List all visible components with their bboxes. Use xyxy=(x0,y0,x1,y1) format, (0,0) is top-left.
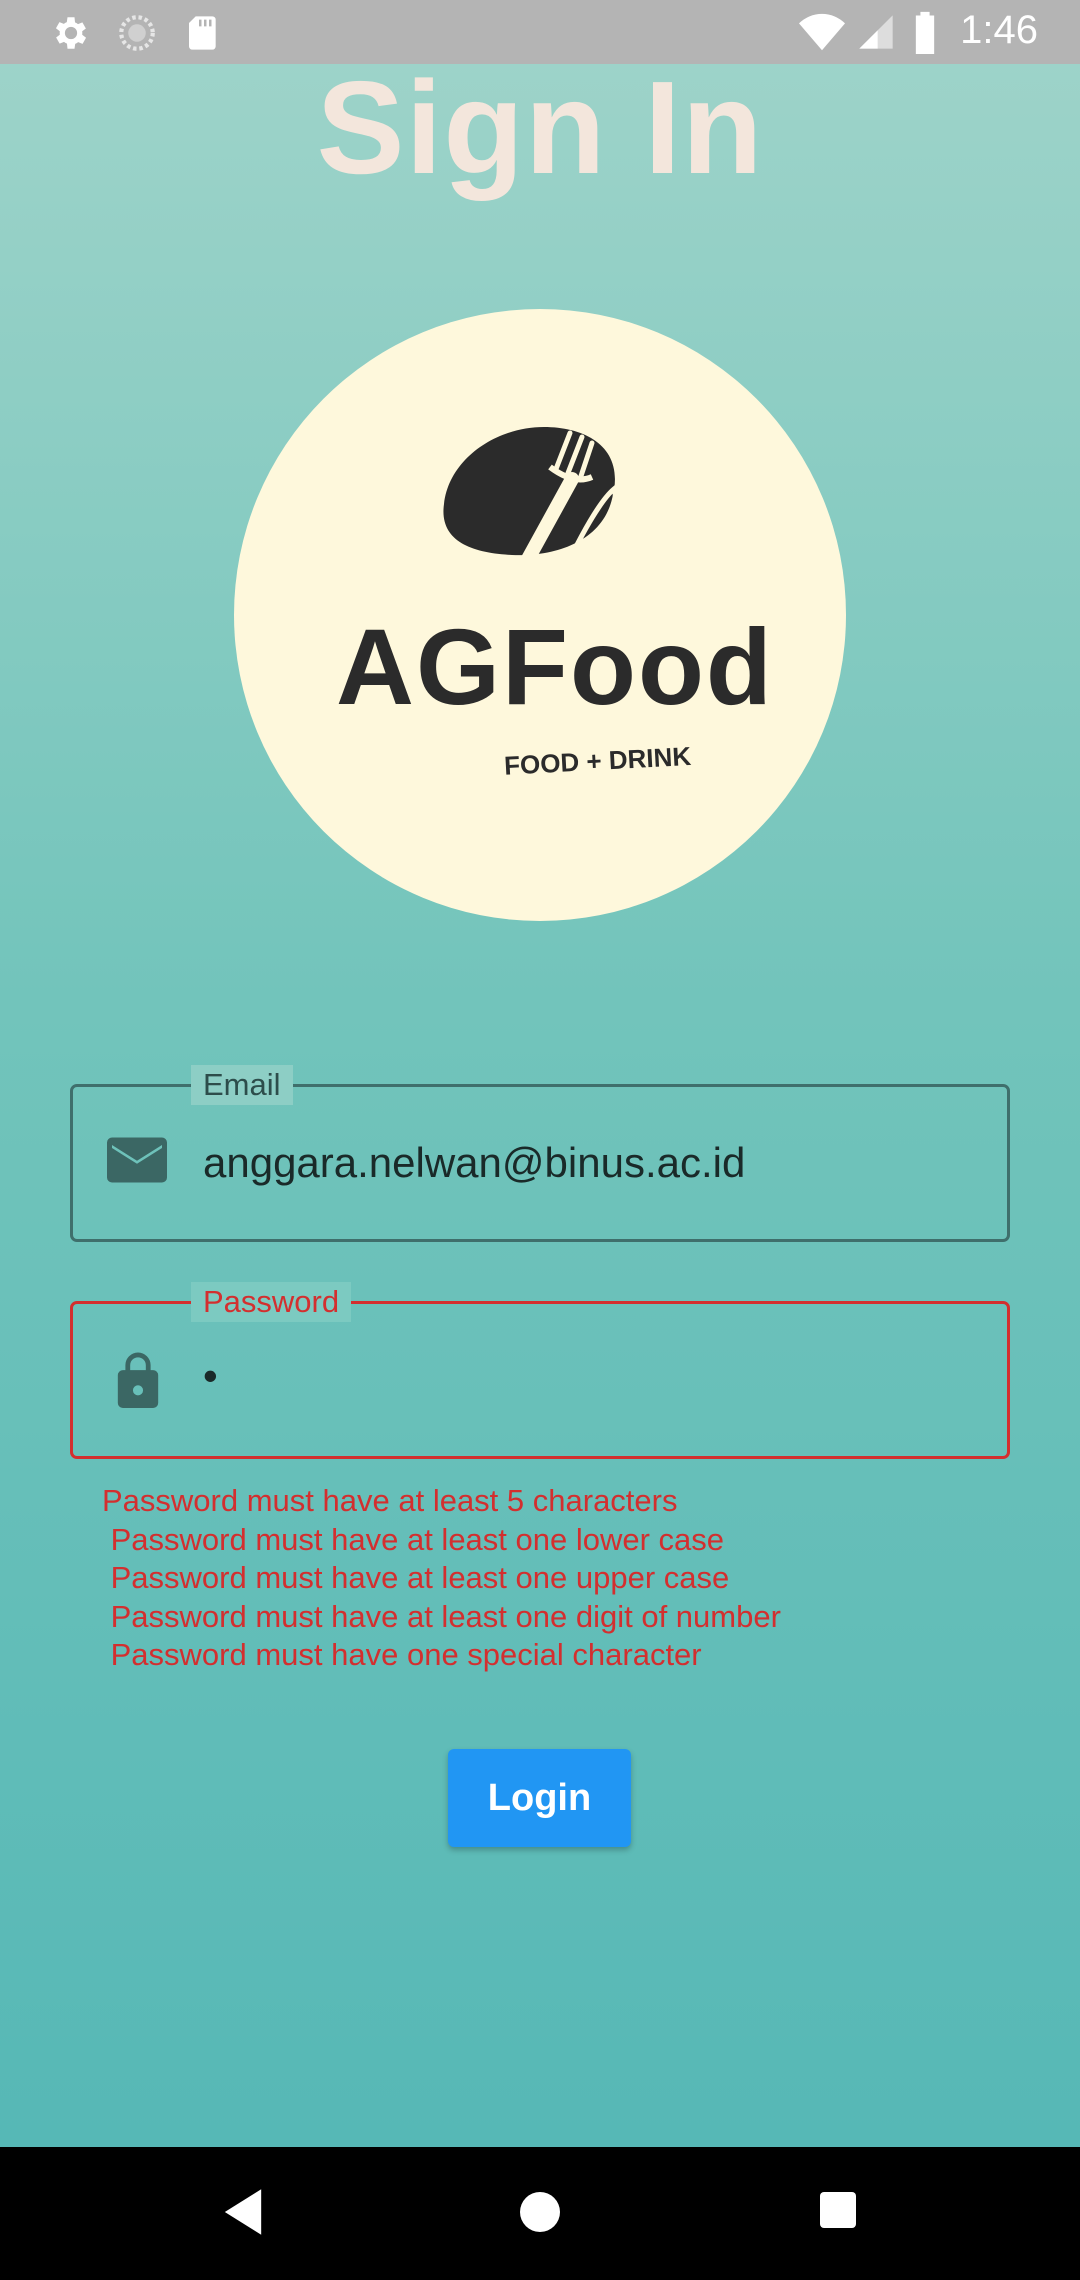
wifi-icon xyxy=(798,10,846,61)
gear-icon xyxy=(50,12,92,59)
svg-text:FOOD + DRINK: FOOD + DRINK xyxy=(503,741,692,781)
recents-icon[interactable] xyxy=(818,2190,858,2235)
password-error-list: Password must have at least 5 characters… xyxy=(102,1482,781,1675)
svg-text:AGFood: AGFood xyxy=(336,606,774,727)
navigation-bar xyxy=(0,2147,1080,2280)
back-icon[interactable] xyxy=(220,2187,266,2242)
login-button[interactable]: Login xyxy=(448,1749,631,1847)
email-label: Email xyxy=(191,1065,293,1105)
password-error: Password must have at least one digit of… xyxy=(102,1598,781,1634)
sd-card-icon xyxy=(184,12,224,59)
logo-artwork: AGFood FOOD + DRINK xyxy=(336,427,774,781)
password-error: Password must have at least one lower ca… xyxy=(102,1521,725,1557)
email-field[interactable]: Email anggara.nelwan@binus.ac.id xyxy=(70,1065,1010,1242)
mail-icon xyxy=(107,1135,167,1190)
clock: 1:46 xyxy=(960,8,1038,52)
password-field[interactable]: Password • xyxy=(70,1282,1010,1459)
password-input[interactable]: • xyxy=(203,1350,218,1402)
sign-in-screen: Sign In AGFood FOOD + DRINK Email anggar… xyxy=(0,54,1080,2147)
password-error: Password must have one special character xyxy=(102,1637,702,1673)
home-icon[interactable] xyxy=(518,2187,562,2242)
screen: 1:46 Sign In AGFood FOOD + DRINK Email a… xyxy=(0,0,1080,2280)
page-title: Sign In xyxy=(316,54,764,201)
password-error: Password must have at least one upper ca… xyxy=(102,1560,730,1596)
password-label: Password xyxy=(191,1282,352,1322)
battery-icon xyxy=(912,10,938,59)
signal-icon xyxy=(856,10,896,59)
email-input[interactable]: anggara.nelwan@binus.ac.id xyxy=(203,1137,745,1189)
password-error: Password must have at least 5 characters xyxy=(102,1483,678,1518)
lock-icon xyxy=(115,1350,161,1413)
sync-icon xyxy=(116,12,158,59)
brand-logo: AGFood FOOD + DRINK xyxy=(234,309,846,921)
